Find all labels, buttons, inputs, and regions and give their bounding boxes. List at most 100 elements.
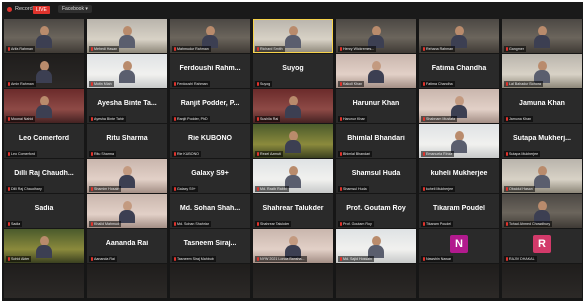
muted-mic-icon bbox=[340, 152, 342, 156]
muted-mic-icon bbox=[423, 47, 425, 51]
participant-tile[interactable]: NYW 2021 Londa Bansha... bbox=[253, 229, 333, 263]
participant-tile[interactable] bbox=[336, 264, 416, 298]
participant-tile[interactable] bbox=[4, 264, 84, 298]
participant-tile[interactable]: Md. Sajid Hossain bbox=[336, 229, 416, 263]
participant-tile[interactable]: Rezel Azmuti bbox=[253, 124, 333, 158]
participant-tile[interactable]: Henry Wickremes... bbox=[336, 19, 416, 53]
participant-name: Rezel Azmuti bbox=[260, 152, 281, 156]
participant-tile[interactable]: Shahrear Talukder Shahrear Talukder bbox=[253, 194, 333, 228]
participant-display-name: Jamuna Khan bbox=[519, 100, 565, 107]
participant-display-name: Ferdoushi Rahm... bbox=[179, 65, 241, 72]
participant-tile[interactable]: Shamsul Huda Shamsul Huda bbox=[336, 159, 416, 193]
participant-video bbox=[451, 131, 467, 153]
participant-tile[interactable]: Rehana Rahman bbox=[419, 19, 499, 53]
participant-display-name: Tikaram Poudel bbox=[432, 205, 485, 212]
participant-name: Md. Sohan Shahriar bbox=[177, 222, 209, 226]
participant-avatar: R bbox=[533, 235, 551, 253]
participant-tile[interactable] bbox=[502, 264, 582, 298]
participant-tile[interactable]: Moonai Nahid bbox=[4, 89, 84, 123]
muted-mic-icon bbox=[8, 152, 10, 156]
participant-tile[interactable]: Khalid Mahmud bbox=[87, 194, 167, 228]
participant-tile[interactable]: N Nawshin Nawar bbox=[419, 229, 499, 263]
participant-name: Suyog bbox=[260, 82, 271, 86]
participant-tile[interactable]: Rie KUBONO Rie KUBONO bbox=[170, 124, 250, 158]
muted-mic-icon bbox=[340, 47, 342, 51]
participant-tile[interactable]: Tasneem Siraj... Tasneem Siraj Mahbub bbox=[170, 229, 250, 263]
participant-tile[interactable]: Shamim Hosain bbox=[87, 159, 167, 193]
participant-tile[interactable]: Kakoli Khan bbox=[336, 54, 416, 88]
record-dot-icon bbox=[7, 6, 12, 12]
participant-tile[interactable]: Suyog Suyog bbox=[253, 54, 333, 88]
participant-tile[interactable]: Ferdoushi Rahm... Ferdoushi Rahman bbox=[170, 54, 250, 88]
participant-tile[interactable]: Ayesha Binte Ta... Ayesha Binte Tahir bbox=[87, 89, 167, 123]
participant-name-label: Shamsul Huda bbox=[338, 186, 369, 192]
participant-tile[interactable]: Ritu Sharma Ritu Sharma bbox=[87, 124, 167, 158]
participant-tile[interactable]: Sadia Sadia bbox=[4, 194, 84, 228]
muted-mic-icon bbox=[257, 117, 259, 121]
participant-tile[interactable] bbox=[87, 264, 167, 298]
participant-tile[interactable]: Prof. Goutam Roy Prof. Goutam Roy bbox=[336, 194, 416, 228]
muted-mic-icon bbox=[506, 222, 508, 226]
participant-tile[interactable]: Mehedi Hasan bbox=[87, 19, 167, 53]
participant-tile[interactable]: Bhimlal Bhandari Bhimlal Bhandari bbox=[336, 124, 416, 158]
participant-tile[interactable]: Aananda Rai Aananda Rai bbox=[87, 229, 167, 263]
participant-tile[interactable]: Harunur Khan Harunur Khan bbox=[336, 89, 416, 123]
participant-tile[interactable]: Dilli Raj Chaudh... Dilli Raj Chaudhary bbox=[4, 159, 84, 193]
participant-tile[interactable]: Emanuela Rinza bbox=[419, 124, 499, 158]
participant-tile[interactable]: Jamuna Khan Jamuna Khan bbox=[502, 89, 582, 123]
participant-tile[interactable]: Arifa Rahman bbox=[4, 19, 84, 53]
participant-video bbox=[285, 96, 301, 118]
participant-name: Mahmudur Rahman bbox=[177, 47, 209, 51]
participant-name: Prof. Goutam Roy bbox=[343, 222, 372, 226]
stream-destination-button[interactable]: Facebook ▾ bbox=[58, 5, 92, 13]
participant-display-name: Suyog bbox=[282, 65, 304, 72]
participant-tile[interactable]: Sohid Akter bbox=[4, 229, 84, 263]
participant-tile[interactable]: Obaidul Hasan bbox=[502, 159, 582, 193]
participant-video bbox=[285, 166, 301, 188]
participant-tile[interactable]: Fatima Chandha Fatima Chandha bbox=[419, 54, 499, 88]
participant-tile[interactable]: kuheli Mukherjee kuheli Mukherjee bbox=[419, 159, 499, 193]
participant-video bbox=[285, 131, 301, 153]
participant-tile[interactable]: Lal Bahadur Bohora bbox=[502, 54, 582, 88]
participant-tile[interactable]: R RAJIV DHAKAL bbox=[502, 229, 582, 263]
participant-name: Ayesha Binte Tahir bbox=[94, 117, 124, 121]
participant-tile[interactable]: Gangmer bbox=[502, 19, 582, 53]
participant-name: Tohad Ahmed Chowdhury bbox=[509, 222, 551, 226]
participant-display-name: Aananda Rai bbox=[105, 240, 149, 247]
participant-tile[interactable]: Md. Sohan Shah... Md. Sohan Shahriar bbox=[170, 194, 250, 228]
participant-name: Obaidul Hasan bbox=[509, 187, 533, 191]
participant-tile[interactable]: Md. Razib Rabbi bbox=[253, 159, 333, 193]
participant-avatar: N bbox=[450, 235, 468, 253]
participant-name: Leo Comerford bbox=[11, 152, 35, 156]
participant-tile[interactable]: Shabnam Mustafa bbox=[419, 89, 499, 123]
participant-video bbox=[36, 96, 52, 118]
participant-tile[interactable]: Motin Miah bbox=[87, 54, 167, 88]
participant-name: Shabnam Mustafa bbox=[426, 117, 456, 121]
participant-tile[interactable]: Leo Comerford Leo Comerford bbox=[4, 124, 84, 158]
participant-name-label: Shahrear Talukder bbox=[255, 221, 292, 227]
participant-tile[interactable]: Sutapa Mukherj... Sutapa Mukherjee bbox=[502, 124, 582, 158]
participant-tile[interactable]: Tikaram Poudel Tikaram Poudel bbox=[419, 194, 499, 228]
participant-tile[interactable]: Sushila Rai bbox=[253, 89, 333, 123]
participant-name: Sutapa Mukherjee bbox=[509, 152, 539, 156]
muted-mic-icon bbox=[174, 82, 176, 86]
muted-mic-icon bbox=[257, 82, 259, 86]
muted-mic-icon bbox=[8, 82, 10, 86]
participant-name-label: Henry Wickremes... bbox=[338, 46, 377, 52]
participant-display-name: Leo Comerford bbox=[18, 135, 70, 142]
participant-name: Richard Smith bbox=[260, 47, 283, 51]
muted-mic-icon bbox=[506, 187, 508, 191]
participant-tile[interactable] bbox=[253, 264, 333, 298]
participant-name-label: Amin Rahman bbox=[6, 81, 36, 87]
participant-tile[interactable] bbox=[170, 264, 250, 298]
participant-tile[interactable] bbox=[419, 264, 499, 298]
participant-tile[interactable]: Ranjit Podder, P... Ranjit Podder, PhD bbox=[170, 89, 250, 123]
participant-tile[interactable]: Galaxy S9+ Galaxy S9+ bbox=[170, 159, 250, 193]
participant-name-label: Tasneem Siraj Mahbub bbox=[172, 256, 216, 262]
participant-display-name: Shamsul Huda bbox=[351, 170, 401, 177]
participant-tile[interactable]: Amin Rahman bbox=[4, 54, 84, 88]
participant-tile[interactable]: Mahmudur Rahman bbox=[170, 19, 250, 53]
participant-display-name: Sutapa Mukherj... bbox=[513, 135, 571, 142]
participant-tile[interactable]: Richard Smith bbox=[253, 19, 333, 53]
participant-tile[interactable]: Tohad Ahmed Chowdhury bbox=[502, 194, 582, 228]
